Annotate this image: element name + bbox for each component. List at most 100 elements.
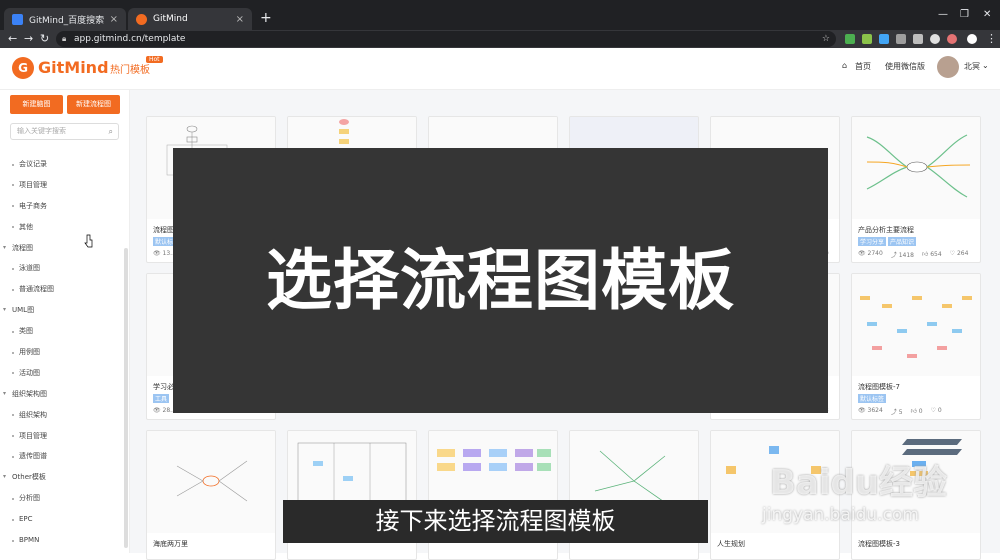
search-placeholder: 输入关键字搜索 [17,127,66,135]
profile-icon[interactable] [967,34,977,44]
home-icon[interactable]: ⌂ [842,61,847,70]
new-flowchart-button[interactable]: 新建流程图 [67,95,120,114]
extension-icon[interactable] [896,34,906,44]
avatar[interactable] [937,56,959,78]
caption-title: 选择流程图模板 [266,242,735,319]
sidebar-item[interactable]: 用例图 [0,342,122,363]
tab-title: GitMind [153,14,188,24]
nav-home[interactable]: 首页 [855,61,871,72]
reload-icon[interactable]: ↻ [40,32,49,45]
nav-wechat-version[interactable]: 使用微信版 [885,61,925,72]
hot-badge: Hot [146,56,163,63]
sidebar-item[interactable]: 普通流程图 [0,279,122,300]
sidebar-item[interactable]: EPC [0,509,122,530]
like-count: 👍︎ 654 [922,251,942,258]
back-icon[interactable]: ← [8,32,17,45]
template-thumbnail[interactable] [852,117,980,219]
new-mindmap-button[interactable]: 新建脑图 [10,95,63,114]
card-title[interactable]: 流程图模板-3 [858,539,900,549]
sidebar-item[interactable]: BPMN [0,530,122,551]
tab-title: GitMind_百度搜索 [29,15,105,26]
template-card[interactable]: 海底两万里 [146,430,276,560]
card-title[interactable]: 流程图模板-7 [858,382,900,392]
template-card[interactable]: 产品分析主要流程 学习分享 产品知识 👁︎ 2740 ⤴ 1418 👍︎ 654… [851,116,981,263]
tab-baidu-search[interactable]: GitMind_百度搜索 × [4,8,126,30]
forward-icon[interactable]: → [24,32,33,45]
sidebar-item[interactable]: 分析图 [0,488,122,509]
close-tab-icon[interactable]: × [110,14,118,25]
chevron-down-icon[interactable]: ⌄ [982,61,989,70]
app-header: G GitMind 热门模板 Hot ⌂ 首页 使用微信版 北冥 ⌄ [0,48,1000,90]
maximize-icon[interactable]: ❐ [960,9,969,20]
sidebar-item[interactable]: 项目管理 [0,175,122,196]
sidebar-item[interactable]: 会议记录 [0,154,122,175]
sidebar-group[interactable]: 流程图 [0,238,122,259]
like-count: 👍︎ 0 [910,408,923,415]
sidebar-group[interactable]: UML图 [0,300,122,321]
extension-icon[interactable] [913,34,923,44]
sidebar-group[interactable]: Other模板 [0,467,122,488]
browser-tab-bar: GitMind_百度搜索 × GitMind × + — ❐ ✕ [0,0,1000,30]
new-tab-button[interactable]: + [260,10,272,26]
template-thumbnail[interactable] [147,431,275,533]
sidebar-item[interactable]: 遗传图谱 [0,446,122,467]
category-list: 会议记录项目管理电子商务其他流程图泳道图普通流程图UML图类图用例图活动图组织架… [0,154,122,551]
template-thumbnail[interactable] [852,274,980,376]
card-stats: 👁︎ 2740 ⤴ 1418 👍︎ 654 ♡ 264 [858,250,968,259]
search-icon[interactable]: ⌕ [109,124,113,139]
lock-icon: 🔒︎ [62,34,67,43]
card-tag[interactable]: 默认标签 [858,394,887,403]
extension-icon[interactable] [947,34,957,44]
gitmind-favicon-icon [136,13,147,25]
view-count: 👁︎ 2740 [858,250,883,257]
close-tab-icon[interactable]: × [236,14,244,25]
sidebar-scrollbar[interactable] [124,248,128,548]
card-title[interactable]: 人生规划 [717,539,745,549]
card-title[interactable]: 产品分析主要流程 [858,225,914,235]
bookmark-star-icon[interactable]: ☆ [822,31,830,47]
card-title[interactable]: 流程图 [153,225,174,235]
copy-count: ⤴ 5 [890,409,903,416]
sidebar: 新建脑图 新建流程图 输入关键字搜索 ⌕ 会议记录项目管理电子商务其他流程图泳道… [0,90,130,553]
video-caption-overlay: 选择流程图模板 [173,148,828,413]
sidebar-item[interactable]: 其他 [0,217,122,238]
extension-icon[interactable] [845,34,855,44]
sidebar-item[interactable]: 组织架构 [0,405,122,426]
close-window-icon[interactable]: ✕ [983,9,991,20]
favorite-count: ♡ 0 [930,407,942,414]
url-text: app.gitmind.cn/template [74,34,186,44]
mouse-cursor-icon [84,234,93,248]
user-name[interactable]: 北冥 [964,61,980,72]
minimize-icon[interactable]: — [938,9,948,20]
address-bar-row: ← → ↻ 🔒︎ app.gitmind.cn/template ☆ ⋮ [0,30,1000,48]
sidebar-item[interactable]: 活动图 [0,363,122,384]
sidebar-item[interactable]: 类图 [0,321,122,342]
view-count: 👁︎ 3624 [858,407,883,414]
nav-hot-templates[interactable]: 热门模板 [110,61,150,76]
url-input[interactable]: 🔒︎ app.gitmind.cn/template ☆ [56,31,836,47]
extension-icon[interactable] [879,34,889,44]
tab-gitmind[interactable]: GitMind × [128,8,252,30]
sidebar-item[interactable]: 泳道图 [0,258,122,279]
card-tag[interactable]: 产品知识 [888,237,917,246]
brand-name[interactable]: GitMind [38,58,109,77]
baidu-watermark: Baidu经验 [770,463,948,503]
sidebar-item[interactable]: 项目管理 [0,426,122,447]
search-input[interactable]: 输入关键字搜索 ⌕ [10,123,119,140]
sidebar-group[interactable]: 组织架构图 [0,384,122,405]
sidebar-item[interactable]: 电子商务 [0,196,122,217]
template-card[interactable]: 流程图模板-7 默认标签 👁︎ 3624 ⤴ 5 👍︎ 0 ♡ 0 [851,273,981,420]
baidu-favicon-icon [12,13,23,25]
favorite-count: ♡ 264 [949,250,969,257]
extension-icon[interactable] [862,34,872,44]
menu-kebab-icon[interactable]: ⋮ [986,32,997,45]
card-title[interactable]: 学习必 [153,382,174,392]
extension-icon[interactable] [930,34,940,44]
copy-count: ⤴ 1418 [890,252,915,259]
card-tag[interactable]: 学习分享 [858,237,887,246]
card-title[interactable]: 海底两万里 [153,539,188,549]
gitmind-logo-icon[interactable]: G [12,57,34,79]
baidu-watermark-url: jingyan.baidu.com [762,505,919,525]
card-tag[interactable]: 工具 [153,394,170,403]
card-stats: 👁︎ 3624 ⤴ 5 👍︎ 0 ♡ 0 [858,407,942,416]
